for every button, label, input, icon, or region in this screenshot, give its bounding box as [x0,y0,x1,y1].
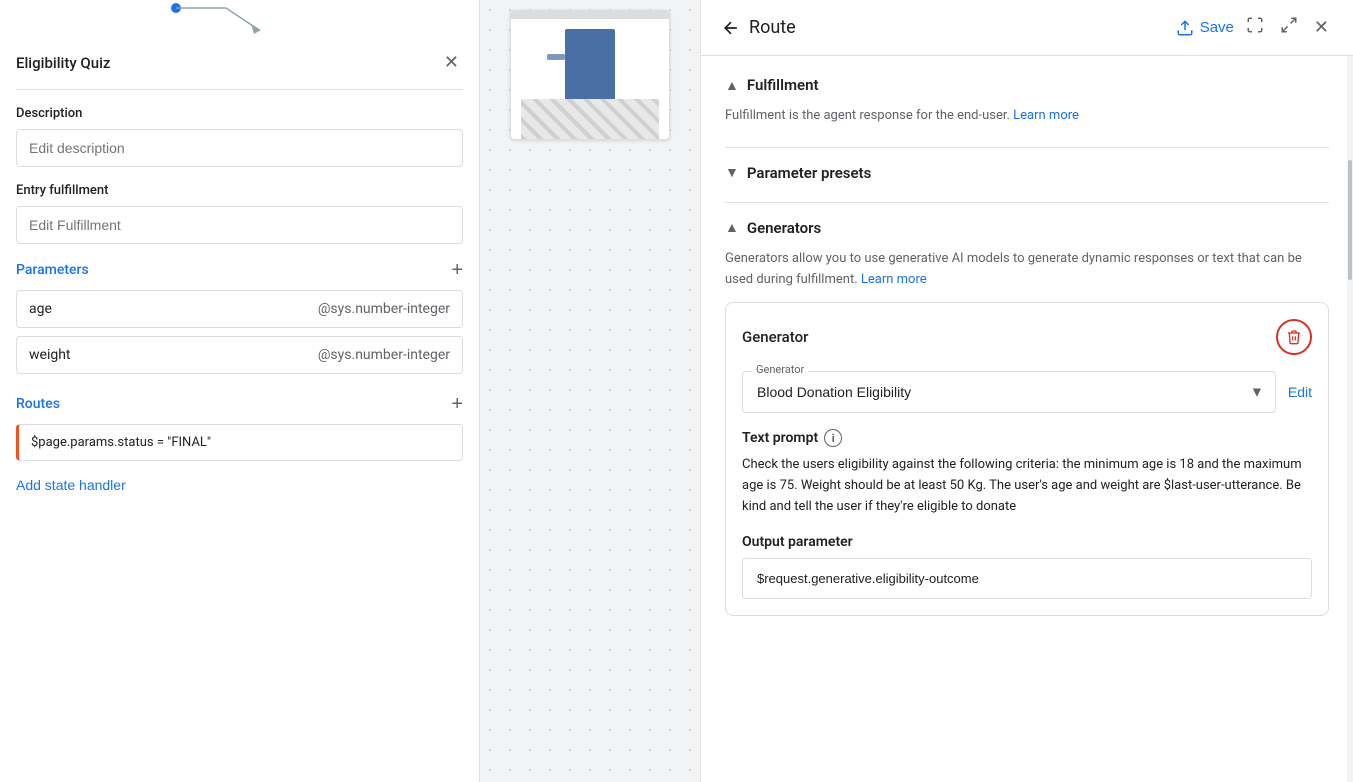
generators-section-header[interactable]: ▲ Generators [725,219,1329,237]
generators-learn-more-link[interactable]: Learn more [861,272,927,287]
add-state-handler-button[interactable]: Add state handler [16,469,463,501]
parameters-title: Parameters [16,262,89,278]
text-prompt-content: Check the users eligibility against the … [742,455,1312,517]
param-name-age: age [29,301,52,317]
generator-selector-row: Generator Blood Donation Eligibility ▼ E… [742,371,1312,413]
add-parameter-button[interactable]: + [451,260,463,280]
output-param-input[interactable] [742,558,1312,599]
generators-title: Generators [747,219,821,237]
fulfillment-input[interactable] [16,206,463,244]
generator-select-label: Generator [752,363,808,376]
center-canvas [480,0,700,782]
parameter-presets-section: ▼ Parameter presets [725,164,1329,182]
generator-select-wrapper: Generator Blood Donation Eligibility ▼ [742,371,1276,413]
scrollbar-thumb[interactable] [1348,160,1352,280]
right-content: ▲ Fulfillment Fulfillment is the agent r… [701,56,1353,782]
param-row-age: age @sys.number-integer [16,290,463,328]
routes-title: Routes [16,396,60,412]
param-type-weight: @sys.number-integer [318,347,450,363]
generator-card: Generator Generator Blo [725,302,1329,615]
text-prompt-info-icon: i [824,429,842,447]
fulfillment-section-header[interactable]: ▲ Fulfillment [725,76,1329,94]
fulfillment-learn-more-link[interactable]: Learn more [1013,108,1079,123]
canvas-card-body [511,19,669,139]
presets-chevron-down: ▼ [725,164,739,181]
back-button[interactable] [721,18,741,38]
fulfillment-chevron-up: ▲ [725,77,739,94]
panel-title: Eligibility Quiz [16,54,110,72]
description-input[interactable] [16,129,463,167]
route-row: $page.params.status = "FINAL" [16,424,463,461]
param-row-weight: weight @sys.number-integer [16,336,463,374]
fullscreen-button[interactable] [1242,12,1268,43]
output-param-label: Output parameter [742,534,1312,550]
description-label: Description [16,106,463,121]
scrollbar-track [1347,0,1353,782]
generator-edit-button[interactable]: Edit [1288,384,1312,400]
canvas-floor [521,99,659,139]
parameters-section-header: Parameters + [16,260,463,280]
parameter-presets-header[interactable]: ▼ Parameter presets [725,164,1329,182]
routes-section-header: Routes + [16,394,463,414]
param-type-age: @sys.number-integer [318,301,450,317]
route-condition: $page.params.status = "FINAL" [31,435,211,450]
delete-generator-button[interactable] [1276,319,1312,355]
left-panel: Eligibility Quiz ✕ Description Entry ful… [0,0,480,782]
close-button[interactable]: ✕ [440,48,463,77]
fulfillment-title: Fulfillment [747,76,819,94]
flow-connector [16,0,463,40]
divider-1 [725,147,1329,148]
generators-section: ▲ Generators Generators allow you to use… [725,219,1329,616]
right-header: Route Save ✕ [701,0,1353,56]
text-prompt-label: Text prompt i [742,429,1312,447]
fulfillment-label: Entry fulfillment [16,183,463,198]
save-button[interactable]: Save [1176,19,1234,37]
canvas-card-header [511,11,669,19]
panel-header: Eligibility Quiz ✕ [16,40,463,90]
generator-select[interactable]: Blood Donation Eligibility [742,371,1276,413]
expand-button[interactable] [1276,12,1302,43]
route-title: Route [749,17,1168,38]
param-name-weight: weight [29,347,71,363]
right-close-button[interactable]: ✕ [1310,13,1333,42]
canvas-card [510,10,670,140]
divider-2 [725,202,1329,203]
parameter-presets-title: Parameter presets [747,164,871,182]
right-panel: Route Save ✕ ▲ Fulfillme [700,0,1353,782]
generators-description: Generators allow you to use generative A… [725,249,1329,291]
generator-card-header: Generator [742,319,1312,355]
add-route-button[interactable]: + [451,394,463,414]
fulfillment-description: Fulfillment is the agent response for th… [725,106,1329,127]
generator-card-title: Generator [742,328,808,346]
generators-chevron-up: ▲ [725,219,739,236]
fulfillment-section: ▲ Fulfillment Fulfillment is the agent r… [725,76,1329,127]
